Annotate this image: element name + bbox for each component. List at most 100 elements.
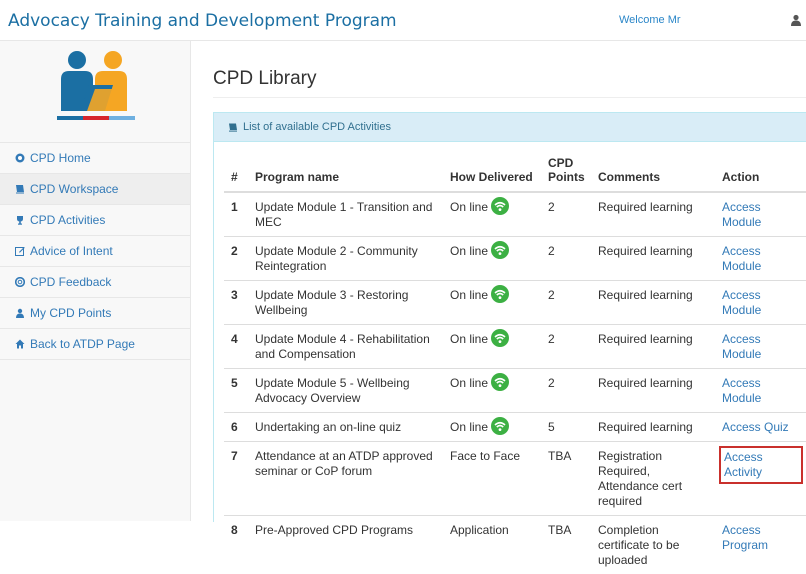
sidebar-item-cpd-workspace[interactable]: CPD Workspace [0, 173, 190, 204]
action-cell: Access Module [715, 280, 806, 325]
sidebar-item-label: CPD Feedback [30, 275, 112, 289]
comments: Required learning [591, 368, 715, 413]
action-link[interactable]: Access Module [722, 200, 761, 229]
welcome-text: Welcome Mr [619, 14, 681, 26]
program-name: Update Module 5 - Wellbeing Advocacy Ove… [248, 368, 443, 413]
sidebar-item-label: CPD Workspace [30, 182, 119, 196]
column-header-action: Action [715, 151, 806, 193]
program-name: Attendance at an ATDP approved seminar o… [248, 441, 443, 516]
table-row: 4 Update Module 4 - Rehabilitation and Co… [224, 324, 806, 369]
program-name: Update Module 3 - Restoring Wellbeing [248, 280, 443, 325]
page-title: CPD Library [213, 68, 317, 89]
row-number: 3 [224, 280, 248, 325]
sidebar-item-cpd-home[interactable]: CPD Home [0, 142, 190, 173]
row-number: 1 [224, 191, 248, 237]
edit-icon [15, 247, 25, 256]
sidebar-item-back-to-atdp[interactable]: Back to ATDP Page [0, 328, 190, 360]
row-number: 5 [224, 368, 248, 413]
online-wifi-icon [491, 197, 510, 216]
column-header-program-name: Program name [248, 151, 443, 193]
how-delivered: On line [450, 376, 489, 390]
cpd-points: 2 [541, 368, 591, 413]
sidebar-item-label: CPD Home [30, 151, 91, 165]
comments: Required learning [591, 191, 715, 237]
cpd-library-table: # Program name How Delivered CPD Points … [224, 151, 806, 574]
sidebar-item-cpd-feedback[interactable]: CPD Feedback [0, 266, 190, 297]
table-row: 1 Update Module 1 - Transition and MEC On … [224, 191, 806, 237]
book-icon [16, 185, 24, 194]
sidebar: CPD Home CPD Workspace CPD Activities Ad… [0, 41, 191, 521]
column-header-how-delivered: How Delivered [443, 151, 541, 193]
sidebar-item-cpd-activities[interactable]: CPD Activities [0, 204, 190, 235]
table-row: 3 Update Module 3 - Restoring Wellbeing On… [224, 280, 806, 325]
cpd-points: 2 [541, 280, 591, 325]
action-cell: Access Module [715, 236, 806, 281]
comments: Required learning [591, 411, 715, 442]
action-link[interactable]: Access Module [722, 244, 761, 273]
action-cell: Access Quiz [715, 411, 806, 442]
user-menu-icon[interactable] [790, 14, 802, 26]
how-delivered: On line [450, 244, 489, 258]
comments: Registration Required, Attendance cert r… [591, 441, 715, 516]
table-row: 2 Update Module 2 - Community Reintegrati… [224, 236, 806, 281]
row-number: 7 [224, 441, 248, 516]
how-delivered-cell: On line [443, 280, 541, 325]
action-link[interactable]: Access Module [722, 332, 761, 361]
column-header-number: # [224, 151, 248, 193]
comments: Required learning [591, 324, 715, 369]
program-name: Undertaking an on-line quiz [248, 411, 443, 442]
table-row: 8 Pre-Approved CPD Programs Application TBA… [224, 515, 806, 574]
lifebuoy-icon [15, 277, 25, 287]
atdp-logo [57, 51, 135, 120]
action-link[interactable]: Access Module [722, 288, 761, 317]
book-icon [229, 123, 237, 132]
sidebar-nav: CPD Home CPD Workspace CPD Activities Ad… [0, 142, 190, 360]
how-delivered-cell: On line [443, 411, 541, 442]
how-delivered-cell: On line [443, 368, 541, 413]
action-link[interactable]: Access Activity [719, 446, 803, 485]
panel-heading: List of available CPD Activities [214, 113, 806, 142]
how-delivered-cell: Application [443, 515, 541, 574]
sidebar-item-advice-of-intent[interactable]: Advice of Intent [0, 235, 190, 266]
cpd-activities-panel: List of available CPD Activities # Progr… [213, 112, 806, 574]
cpd-points: TBA [541, 515, 591, 574]
cpd-points: 5 [541, 411, 591, 442]
comments: Required learning [591, 236, 715, 281]
action-link[interactable]: Access Module [722, 376, 761, 405]
cpd-points: 2 [541, 191, 591, 237]
program-name: Pre-Approved CPD Programs [248, 515, 443, 574]
action-cell: Access Module [715, 368, 806, 413]
action-link[interactable]: Access Program [722, 523, 768, 552]
sidebar-item-label: My CPD Points [30, 306, 112, 320]
title-divider [213, 97, 806, 98]
how-delivered: Face to Face [450, 449, 521, 464]
sidebar-item-my-cpd-points[interactable]: My CPD Points [0, 297, 190, 328]
user-icon [16, 308, 24, 318]
app-title[interactable]: Advocacy Training and Development Progra… [8, 11, 397, 31]
column-header-comments: Comments [591, 151, 715, 193]
how-delivered: On line [450, 288, 489, 302]
panel-title: List of available CPD Activities [243, 121, 391, 133]
how-delivered-cell: On line [443, 236, 541, 281]
row-number: 4 [224, 324, 248, 369]
program-name: Update Module 2 - Community Reintegratio… [248, 236, 443, 281]
program-name: Update Module 4 - Rehabilitation and Com… [248, 324, 443, 369]
online-wifi-icon [491, 417, 510, 436]
table-row: 7 Attendance at an ATDP approved seminar … [224, 441, 806, 516]
comments: Required learning [591, 280, 715, 325]
row-number: 6 [224, 411, 248, 442]
how-delivered-cell: On line [443, 191, 541, 237]
action-cell: Access Module [715, 191, 806, 237]
column-header-cpd-points: CPD Points [541, 151, 591, 193]
how-delivered: On line [450, 200, 489, 214]
online-wifi-icon [491, 241, 510, 260]
online-wifi-icon [491, 329, 510, 348]
how-delivered-cell: Face to Face [443, 441, 541, 516]
online-wifi-icon [491, 373, 510, 392]
table-row: 5 Update Module 5 - Wellbeing Advocacy Ov… [224, 368, 806, 413]
action-cell: Access Activity [715, 441, 806, 516]
row-number: 2 [224, 236, 248, 281]
action-link[interactable]: Access Quiz [722, 420, 789, 434]
comments: Completion certificate to be uploaded [591, 515, 715, 574]
row-number: 8 [224, 515, 248, 574]
